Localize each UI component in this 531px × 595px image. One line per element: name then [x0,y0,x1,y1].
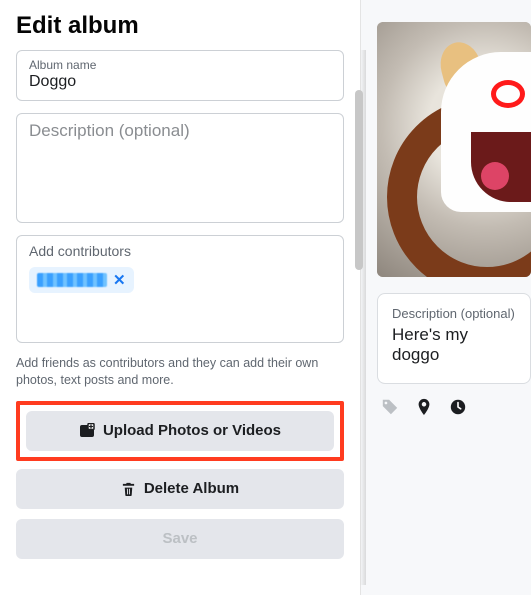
photo-caption-card[interactable]: Description (optional) Here's my doggo [377,293,531,384]
scrollbar[interactable] [355,90,363,270]
upload-button[interactable]: Upload Photos or Videos [26,411,334,451]
tutorial-highlight: Upload Photos or Videos [16,401,344,461]
page-title: Edit album [16,12,344,40]
description-placeholder: Description (optional) [29,121,331,141]
contributors-field[interactable]: Add contributors ✕ [16,235,344,343]
trash-icon [121,481,136,496]
album-name-field[interactable]: Album name [16,50,344,101]
album-name-input[interactable] [29,73,331,91]
caption-value: Here's my doggo [392,325,516,365]
upload-button-label: Upload Photos or Videos [103,422,281,439]
save-button[interactable]: Save [16,519,344,559]
contributor-name-redacted [37,273,107,287]
photo-glasses [491,80,525,113]
album-name-label: Album name [29,58,331,72]
remove-contributor-icon[interactable]: ✕ [113,271,126,289]
delete-album-button[interactable]: Delete Album [16,469,344,509]
save-button-label: Save [162,530,197,547]
contributor-chip[interactable]: ✕ [29,267,134,293]
preview-panel: Description (optional) Here's my doggo [360,0,531,595]
description-field[interactable]: Description (optional) [16,113,344,223]
caption-label: Description (optional) [392,306,516,321]
location-pin-icon[interactable] [415,398,433,421]
delete-button-label: Delete Album [144,480,239,497]
contributors-help-text: Add friends as contributors and they can… [16,355,344,389]
album-photo-preview[interactable] [377,22,531,277]
edit-album-modal: Edit album Album name Description (optio… [0,0,531,595]
upload-photo-icon [79,423,95,439]
photo-meta-row [381,398,531,421]
clock-icon[interactable] [449,398,467,421]
left-panel: Edit album Album name Description (optio… [0,0,360,595]
contributors-label: Add contributors [29,243,331,259]
tag-icon[interactable] [381,398,399,421]
